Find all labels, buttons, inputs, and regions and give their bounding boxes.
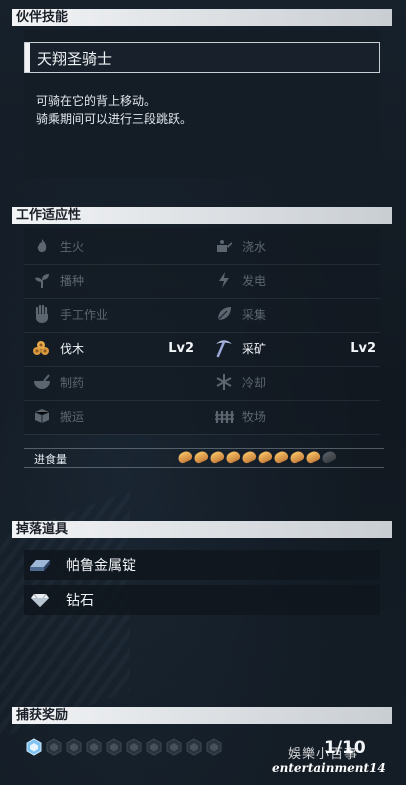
drops-header: 掉落道具 (12, 521, 392, 538)
watermark-text: 娛樂小百事 (288, 747, 359, 762)
work-item-label: 浇水 (242, 239, 267, 254)
pickaxe-icon (214, 338, 234, 358)
work-item: 发电 (206, 265, 382, 295)
capture-reward-slots (26, 738, 222, 756)
partner-skill-header: 伙伴技能 (12, 9, 392, 26)
skill-desc-line2: 骑乘期间可以进行三段跳跃。 (36, 112, 193, 126)
grid-divider (24, 400, 380, 401)
bread-icon (256, 449, 274, 465)
work-item-label: 冷却 (242, 375, 267, 390)
bread-icon (320, 449, 338, 465)
grid-divider (24, 264, 380, 265)
work-item: 浇水 (206, 231, 382, 261)
work-item: 播种 (24, 265, 200, 295)
reward-slot-icon (126, 738, 142, 756)
bread-icon (240, 449, 258, 465)
food-label: 进食量 (34, 453, 67, 466)
reward-slot-icon (166, 738, 182, 756)
watermark-handle: entertainment14 (272, 761, 386, 775)
grid-divider (24, 298, 380, 299)
snowflake-icon (214, 372, 234, 392)
skill-name: 天翔圣骑士 (37, 50, 113, 68)
work-item-label: 生火 (60, 239, 85, 254)
work-item: 搬运 (24, 401, 200, 431)
work-item-label: 制药 (60, 375, 85, 390)
diamond-icon (28, 590, 52, 610)
bread-icon (192, 449, 210, 465)
work-suitability-header: 工作适应性 (12, 207, 392, 224)
fence-icon (214, 406, 234, 426)
skill-desc-line1: 可骑在它的背上移动。 (36, 94, 157, 108)
drop-item-label: 帕鲁金属锭 (66, 558, 136, 574)
box-icon (32, 406, 52, 426)
reward-slot-icon (66, 738, 82, 756)
leaf-icon (214, 304, 234, 324)
work-item-label: 发电 (242, 273, 267, 288)
work-item-label: 搬运 (60, 409, 85, 424)
reward-slot-active-icon (26, 738, 42, 756)
food-row: 进食量 (24, 448, 384, 468)
bread-icon (176, 449, 194, 465)
reward-slot-icon (186, 738, 202, 756)
food-meter (176, 449, 338, 465)
sprout-icon (32, 270, 52, 290)
hand-icon (32, 304, 52, 324)
work-item: 冷却 (206, 367, 382, 397)
bread-icon (288, 449, 306, 465)
logs-icon (32, 338, 52, 358)
work-item-label: 播种 (60, 273, 85, 288)
bread-icon (224, 449, 242, 465)
skill-name-box: 天翔圣骑士 (24, 42, 380, 73)
reward-slot-icon (146, 738, 162, 756)
work-item: 采矿 Lv2 (206, 333, 382, 363)
reward-slot-icon (106, 738, 122, 756)
work-item-level: Lv2 (350, 340, 376, 356)
watering-icon (214, 236, 234, 256)
ingot-icon (28, 555, 52, 575)
work-item-label: 采集 (242, 307, 267, 322)
work-item-label: 采矿 (242, 341, 267, 356)
grid-divider (24, 366, 380, 367)
bread-icon (208, 449, 226, 465)
reward-slot-icon (46, 738, 62, 756)
bread-icon (272, 449, 290, 465)
work-item: 牧场 (206, 401, 382, 431)
reward-slot-icon (86, 738, 102, 756)
work-item-label: 手工作业 (60, 307, 109, 322)
bowl-icon (32, 372, 52, 392)
work-item: 制药 (24, 367, 200, 397)
capture-reward-header: 捕获奖励 (12, 707, 392, 724)
drop-item-label: 钻石 (66, 593, 94, 609)
work-item: 生火 (24, 231, 200, 261)
work-item: 伐木 Lv2 (24, 333, 200, 363)
grid-divider (24, 434, 380, 435)
lightning-icon (214, 270, 234, 290)
grid-divider (24, 332, 380, 333)
work-item-label: 伐木 (60, 341, 85, 356)
bread-icon (304, 449, 322, 465)
palu-info-panel: 伙伴技能 天翔圣骑士 可骑在它的背上移动。 骑乘期间可以进行三段跳跃。 工作适应… (0, 0, 406, 785)
work-item-label: 牧场 (242, 409, 267, 424)
drop-item[interactable]: 帕鲁金属锭 (24, 550, 380, 580)
work-item: 采集 (206, 299, 382, 329)
drop-item[interactable]: 钻石 (24, 585, 380, 615)
work-item: 手工作业 (24, 299, 200, 329)
reward-slot-icon (206, 738, 222, 756)
work-item-level: Lv2 (168, 340, 194, 356)
fire-icon (32, 236, 52, 256)
